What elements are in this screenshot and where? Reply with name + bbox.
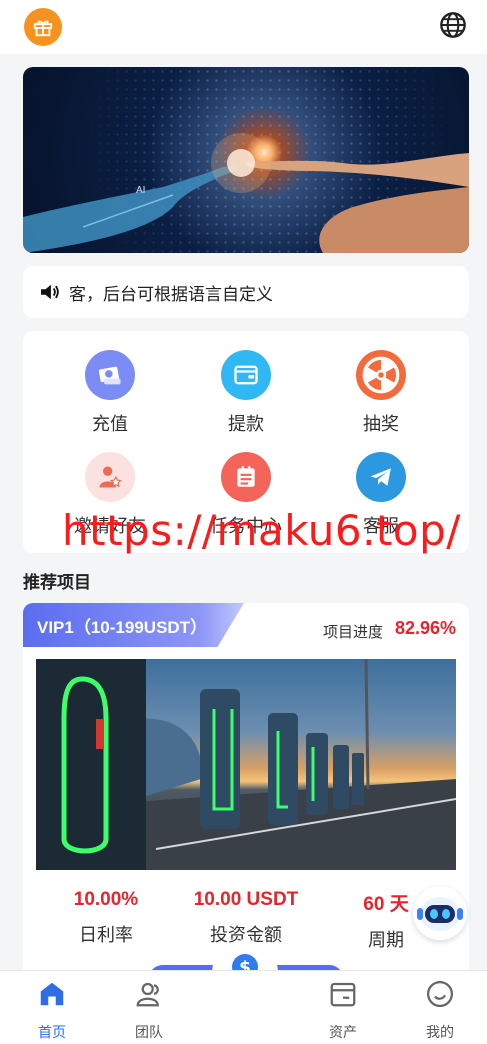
team-icon (136, 982, 159, 1007)
stat-daily-rate: 10.00% 日利率 (31, 889, 181, 947)
assets-icon (330, 982, 356, 1007)
globe-icon[interactable] (439, 11, 467, 39)
ev-chargers-illustration (36, 659, 456, 870)
stat-value: 10.00% (73, 889, 139, 910)
project-image (36, 659, 456, 870)
banner-hands-illustration (23, 133, 469, 253)
tab-label: 资产 (329, 1024, 357, 1040)
stat-label: 日利率 (79, 925, 133, 945)
menu-item-lottery[interactable]: 抽奖 (321, 350, 441, 436)
telegram-icon (356, 452, 406, 502)
profile-icon (427, 981, 453, 1007)
menu-label: 抽奖 (363, 414, 399, 434)
menu-item-deposit[interactable]: 充值 (50, 350, 170, 436)
notice-bar[interactable]: 客，后台可根据语言自定义 (23, 266, 469, 318)
menu-label: 充值 (92, 414, 128, 434)
gift-icon[interactable] (24, 8, 62, 46)
vip-badge: VIP1（10-199USDT） (23, 603, 244, 647)
progress-value: 82.96% (394, 618, 456, 638)
wheel-icon (356, 350, 406, 400)
bottom-tab-bar: 首页 团队 资产 我的 (0, 970, 487, 1044)
tab-assets[interactable]: 资产 (308, 979, 378, 1042)
task-list-icon (221, 452, 271, 502)
tab-profile[interactable]: 我的 (405, 979, 475, 1042)
tab-team[interactable]: 团队 (114, 979, 184, 1042)
deposit-icon (85, 350, 135, 400)
robot-assistant-icon[interactable] (413, 886, 467, 940)
watermark-text: https://maku6.top/ (62, 506, 461, 555)
hero-banner[interactable]: AI (23, 67, 469, 253)
menu-item-withdraw[interactable]: 提款 (186, 350, 306, 436)
home-icon (40, 982, 64, 1006)
tab-label: 首页 (38, 1024, 66, 1040)
section-title: 推荐项目 (23, 573, 91, 592)
notice-text: 客，后台可根据语言自定义 (69, 284, 273, 304)
invite-user-icon (85, 452, 135, 502)
tab-home[interactable]: 首页 (17, 979, 87, 1042)
progress-label: 项目进度 (322, 624, 383, 641)
wallet-icon (221, 350, 271, 400)
tab-label: 我的 (426, 1024, 454, 1040)
banner-text: AI (136, 185, 146, 196)
speaker-icon (41, 284, 59, 300)
stat-value: 10.00 USDT (193, 889, 299, 910)
menu-label: 提款 (228, 414, 264, 434)
top-bar (0, 0, 487, 54)
project-card[interactable]: VIP1（10-199USDT） 项目进度 82.96% 10.00% 日利率 … (23, 603, 469, 983)
stat-invest-amount: 10.00 USDT 投资金额 (171, 889, 321, 947)
tab-label: 团队 (135, 1024, 163, 1040)
